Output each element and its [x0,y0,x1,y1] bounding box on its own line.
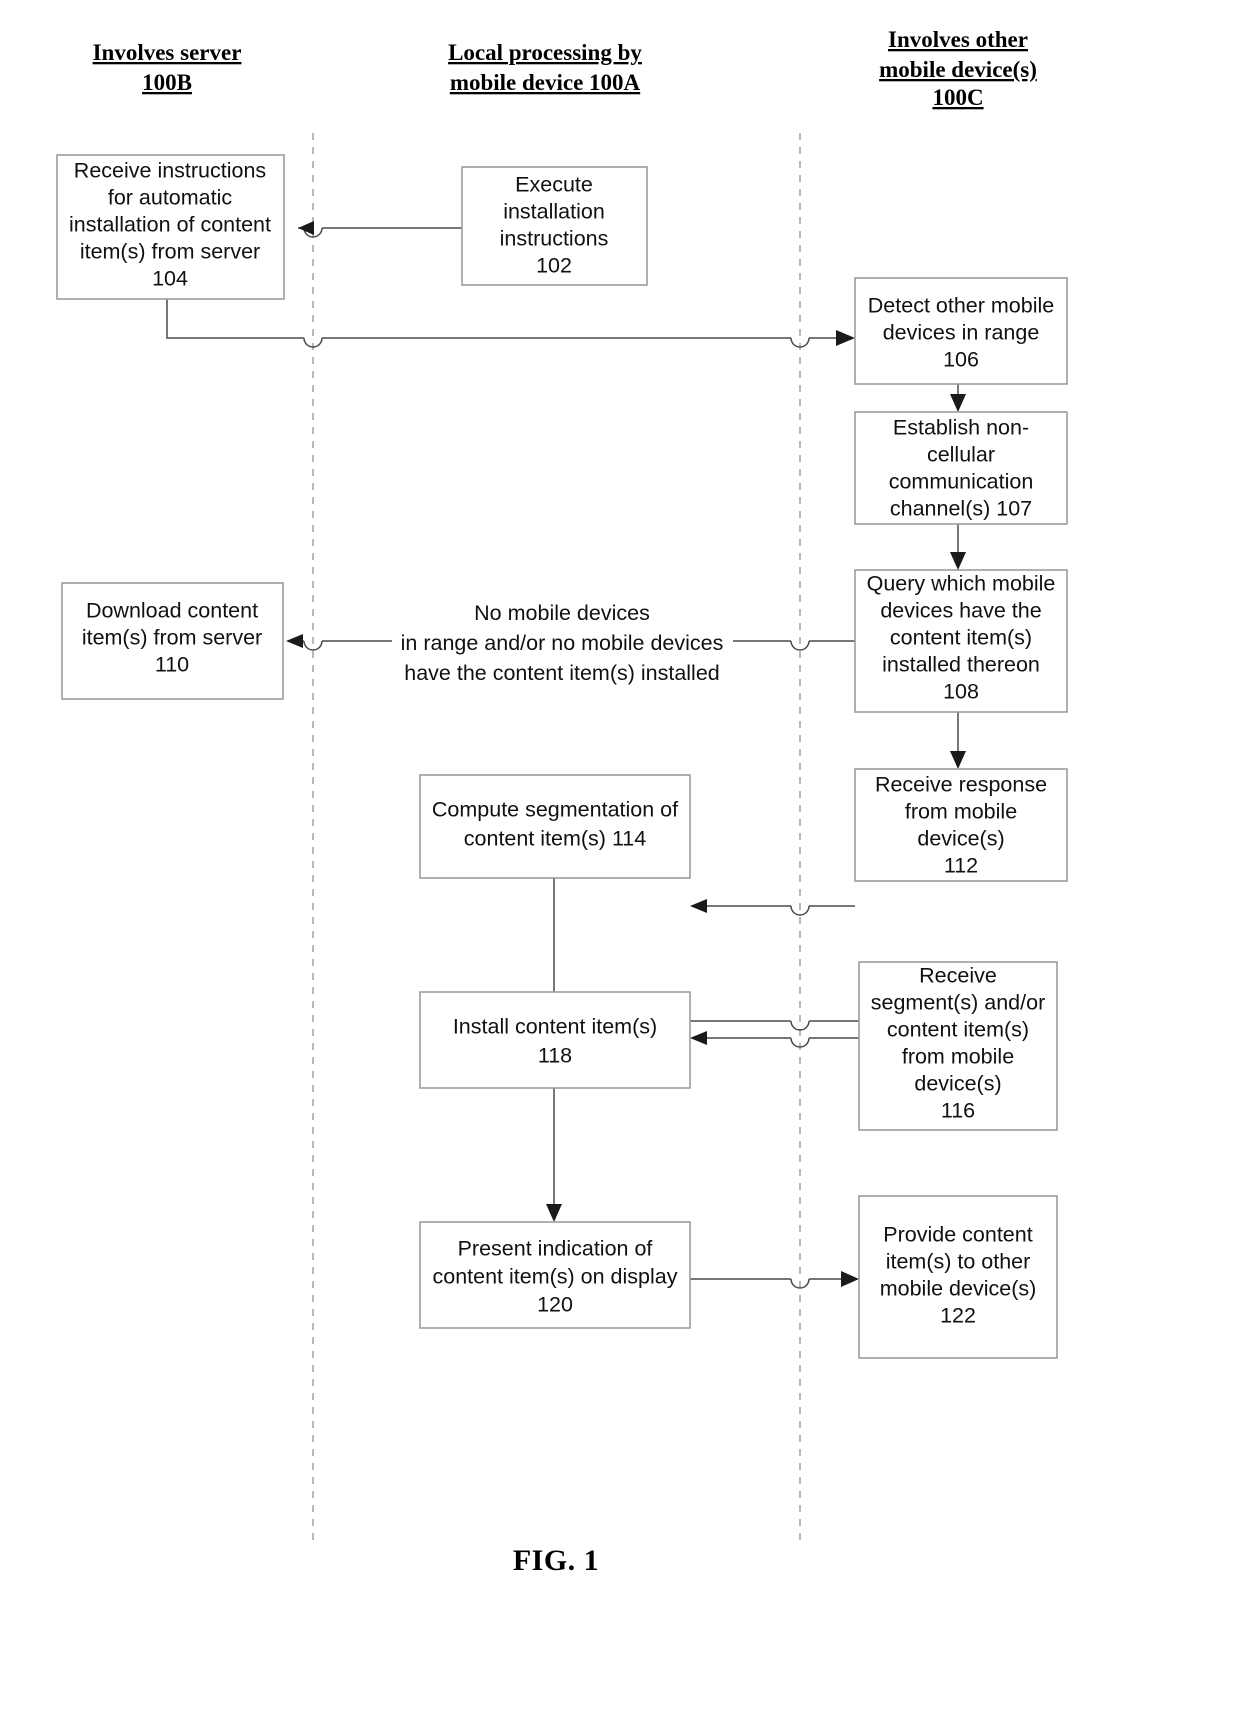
node-120-line1: Present indication of [458,1237,653,1261]
node-102-line3: instructions [500,227,609,251]
arrowhead-108-112 [950,751,966,769]
arrowhead-112-114 [690,899,707,913]
node-120[interactable]: Present indication of content item(s) on… [419,1221,691,1329]
node-116-line2: segment(s) and/or [871,991,1045,1015]
arrowhead-106-107 [950,394,966,412]
edge-120-to-122 [690,1271,859,1289]
node-116-line3: content item(s) [887,1018,1029,1042]
node-116[interactable]: Receive segment(s) and/or content item(s… [858,961,1058,1131]
figure-caption: FIG. 1 [513,1544,599,1577]
lane-header-other-mobile: Involves other mobile device(s) 100C [879,27,1037,110]
lane-header-other-mobile-line2: mobile device(s) [879,57,1037,82]
lane-header-server: Involves server 100B [93,40,242,95]
node-108-line5: 108 [943,680,979,704]
node-104-line2: for automatic [108,186,233,210]
lane-header-other-mobile-line1: Involves other [888,27,1028,52]
node-122-line1: Provide content [883,1223,1032,1247]
node-118[interactable]: Install content item(s) 118 [419,991,691,1089]
node-112[interactable]: Receive response from mobile device(s) 1… [854,768,1068,882]
edge-118-to-120 [546,1088,562,1222]
node-108-line2: devices have the [880,599,1041,623]
edge-label-no-devices-line2: in range and/or no mobile devices [401,631,724,655]
node-106[interactable]: Detect other mobile devices in range 106 [854,277,1068,385]
node-110-line2: item(s) from server [82,626,262,650]
edge-label-no-devices-line1: No mobile devices [474,601,650,625]
node-116-line1: Receive [919,964,997,988]
arrowhead-116-118 [690,1031,707,1045]
node-108-line1: Query which mobile [867,572,1056,596]
arrowhead-104-106 [836,330,855,346]
node-106-line1: Detect other mobile [868,294,1054,318]
edge-104-to-106 [166,299,855,348]
node-108[interactable]: Query which mobile devices have the cont… [854,569,1068,713]
node-104-line4: item(s) from server [80,240,260,264]
node-112-line1: Receive response [875,773,1047,797]
flowchart-canvas: Involves server 100B Local processing by… [56,27,1068,1577]
node-104-line5: 104 [152,267,188,291]
arrowhead-120-122 [841,1271,859,1287]
lane-header-other-mobile-line3: 100C [932,85,983,110]
node-112-line2: from mobile [905,800,1017,824]
edge-107-to-108 [950,524,966,570]
lane-header-mobile-local-line2: mobile device 100A [450,70,641,95]
node-122-line4: 122 [940,1304,976,1328]
node-107[interactable]: Establish non- cellular communication ch… [854,411,1068,525]
node-104-line1: Receive instructions [74,159,266,183]
node-116-line5: device(s) [914,1072,1001,1096]
lane-header-mobile-local-line1: Local processing by [448,40,642,65]
node-122-line2: item(s) to other [886,1250,1031,1274]
node-102-line1: Execute [515,173,593,197]
node-110[interactable]: Download content item(s) from server 110 [61,582,284,700]
node-104-line3: installation of content [69,213,271,237]
node-120-line2: content item(s) on display [433,1265,678,1289]
arrowhead-108-110 [286,634,303,648]
node-112-line3: device(s) [917,827,1004,851]
node-114[interactable]: Compute segmentation of content item(s) … [419,774,691,879]
edge-108-to-112 [950,712,966,769]
node-107-line4: channel(s) 107 [890,497,1032,521]
node-102-line4: 102 [536,254,572,278]
node-108-line4: installed thereon [882,653,1040,677]
edge-label-no-devices-line3: have the content item(s) installed [404,661,720,685]
edge-102-to-104 [298,221,462,238]
node-106-line2: devices in range [883,321,1040,345]
node-107-line1: Establish non- [893,416,1029,440]
node-106-line3: 106 [943,348,979,372]
node-116-line4: from mobile [902,1045,1014,1069]
node-102[interactable]: Execute installation instructions 102 [461,166,648,286]
edge-116-to-118 [690,1031,859,1048]
node-114-line1: Compute segmentation of [432,798,678,822]
node-112-line4: 112 [944,854,978,878]
patent-figure: Involves server 100B Local processing by… [0,0,1240,1730]
node-107-line2: cellular [927,443,995,467]
edge-112-to-114 [690,899,855,916]
arrowhead-107-108 [950,552,966,570]
node-120-line3: 120 [537,1293,573,1317]
node-122-line3: mobile device(s) [880,1277,1037,1301]
node-114-line2: content item(s) 114 [464,827,646,851]
lane-header-server-line1: Involves server [93,40,242,65]
node-116-line6: 116 [941,1099,975,1123]
node-104[interactable]: Receive instructions for automatic insta… [56,154,285,300]
node-118-line1: Install content item(s) [453,1015,657,1039]
node-102-line2: installation [503,200,605,224]
node-108-line3: content item(s) [890,626,1032,650]
edge-106-to-107 [950,384,966,412]
node-107-line3: communication [889,470,1034,494]
arrowhead-118-120 [546,1204,562,1222]
node-122[interactable]: Provide content item(s) to other mobile … [858,1195,1058,1359]
edge-label-no-devices: No mobile devices in range and/or no mob… [392,601,733,685]
node-118-line2: 118 [538,1044,572,1068]
lane-header-mobile-local: Local processing by mobile device 100A [448,40,642,95]
node-110-line3: 110 [155,653,189,677]
node-110-line1: Download content [86,599,258,623]
lane-header-server-line2: 100B [142,70,192,95]
